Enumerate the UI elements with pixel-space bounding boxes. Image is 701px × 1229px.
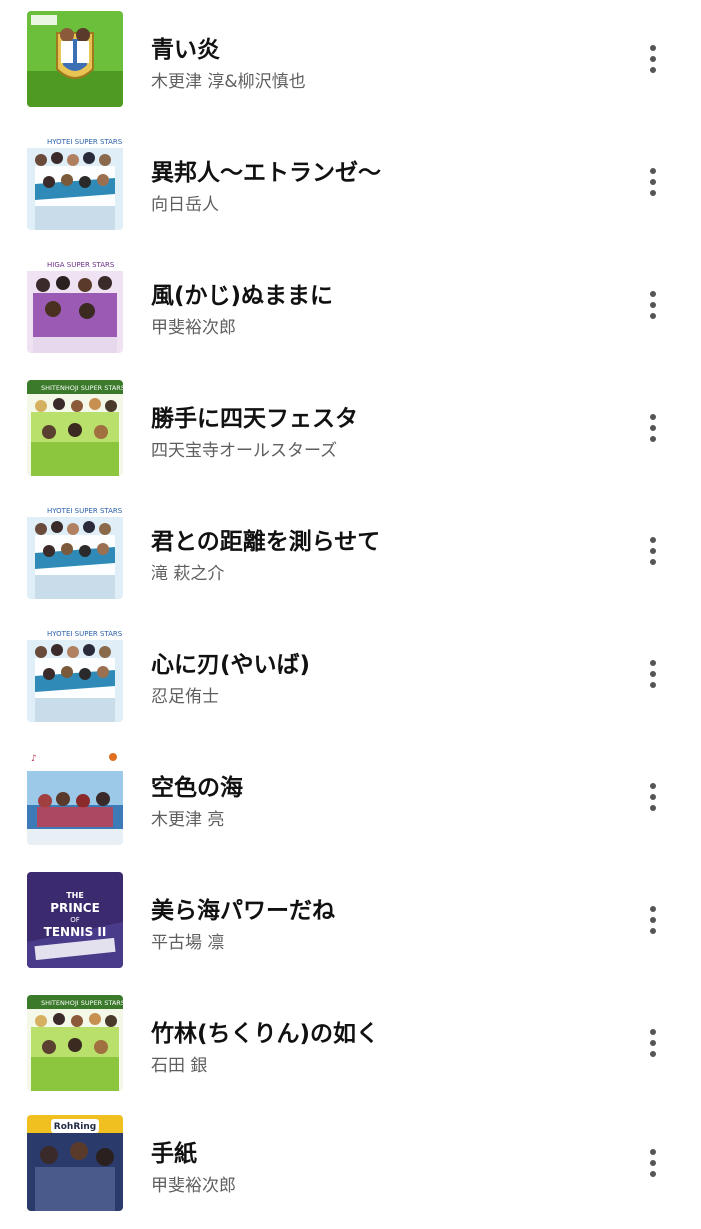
track-row[interactable]: SHITENHOJI SUPER STARS 勝手に四天フェスタ 四天宝寺オール… [0,369,701,491]
track-artist: 平古場 凛 [151,933,225,953]
track-row[interactable]: 青い炎 木更津 淳&柳沢慎也 [0,0,701,122]
track-title: 青い炎 [151,37,220,63]
track-title: 心に刃(やいば) [151,652,311,678]
track-artist: 滝 萩之介 [151,564,225,584]
more-vert-icon[interactable] [634,406,672,450]
album-art-header: HIGA SUPER STARS [47,261,115,269]
track-artist: 木更津 淳&柳沢慎也 [151,72,306,92]
svg-text:THE: THE [66,891,84,900]
more-vert-icon[interactable] [634,283,672,327]
track-row[interactable]: HYOTEI SUPER STARS 心に刃(やいば) 忍足侑士 [0,615,701,737]
track-title: 竹林(ちくりん)の如く [151,1021,380,1047]
album-art-header: SHITENHOJI SUPER STARS [41,999,123,1007]
track-title: 風(かじ)ぬままに [151,283,334,309]
svg-text:TENNIS II: TENNIS II [44,925,107,939]
track-title: 異邦人～エトランゼ～ [151,160,381,186]
track-row[interactable]: THE PRINCE OF TENNIS II 美ら海パワーだね 平古場 凛 [0,861,701,983]
album-art: THE PRINCE OF TENNIS II [27,872,123,968]
album-art: HIGA SUPER STARS [27,257,123,353]
track-artist: 忍足侑士 [151,687,219,707]
track-artist: 甲斐裕次郎 [151,318,236,338]
album-art [27,11,123,107]
more-vert-icon[interactable] [634,1021,672,1065]
album-art: ♪ [27,749,123,845]
more-vert-icon[interactable] [634,160,672,204]
svg-text:OF: OF [70,916,80,924]
svg-text:PRINCE: PRINCE [50,901,100,915]
track-title: 君との距離を測らせて [151,529,381,555]
track-title: 美ら海パワーだね [151,898,335,924]
svg-text:♪: ♪ [31,754,37,764]
album-art: SHITENHOJI SUPER STARS [27,995,123,1091]
album-art-header: SHITENHOJI SUPER STARS [41,384,123,392]
more-vert-icon[interactable] [634,37,672,81]
track-title: 勝手に四天フェスタ [151,406,358,432]
track-artist: 向日岳人 [151,195,219,215]
track-artist: 四天宝寺オールスターズ [151,441,338,461]
album-art-header: RohRing [54,1122,96,1132]
track-title: 手紙 [151,1141,197,1167]
album-art-header: HYOTEI SUPER STARS [47,507,123,515]
track-row[interactable]: RohRing 手紙 甲斐裕次郎 [0,1107,701,1229]
more-vert-icon[interactable] [634,529,672,573]
more-vert-icon[interactable] [634,652,672,696]
album-art: SHITENHOJI SUPER STARS [27,380,123,476]
track-row[interactable]: ♪ 空色の海 木更津 亮 [0,738,701,860]
track-row[interactable]: HYOTEI SUPER STARS 君との距離を測らせて 滝 萩之介 [0,492,701,614]
track-artist: 石田 銀 [151,1056,208,1076]
track-artist: 甲斐裕次郎 [151,1176,236,1196]
album-art: HYOTEI SUPER STARS [27,134,123,230]
more-vert-icon[interactable] [634,775,672,819]
more-vert-icon[interactable] [634,1141,672,1185]
track-row[interactable]: HIGA SUPER STARS 風(かじ)ぬままに 甲斐裕次郎 [0,246,701,368]
track-row[interactable]: SHITENHOJI SUPER STARS 竹林(ちくりん)の如く 石田 銀 [0,984,701,1106]
track-title: 空色の海 [151,775,243,801]
track-row[interactable]: HYOTEI SUPER STARS 異邦人～エトランゼ～ 向日岳人 [0,123,701,245]
track-list: 青い炎 木更津 淳&柳沢慎也 HYOTEI SUPER STARS 異邦人～エト… [0,0,701,1211]
album-art: HYOTEI SUPER STARS [27,503,123,599]
track-artist: 木更津 亮 [151,810,225,830]
album-art: RohRing [27,1115,123,1211]
album-art-header: HYOTEI SUPER STARS [47,138,123,146]
album-art: HYOTEI SUPER STARS [27,626,123,722]
more-vert-icon[interactable] [634,898,672,942]
album-art-header: HYOTEI SUPER STARS [47,630,123,638]
